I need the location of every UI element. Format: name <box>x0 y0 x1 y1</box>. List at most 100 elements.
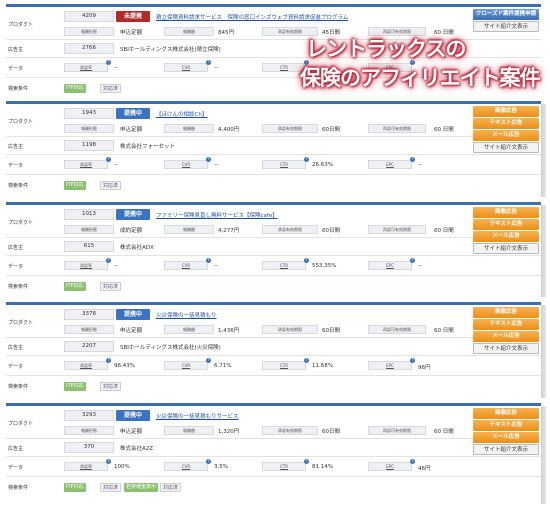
status-badge: 提携中 <box>116 309 150 320</box>
ctr-label[interactable]: CTR <box>262 261 306 270</box>
help-icon[interactable]: ? <box>206 157 211 162</box>
help-icon[interactable]: ? <box>206 60 211 65</box>
reissue-period-value: 60 日間 <box>434 228 454 234</box>
reward-type-label: 報酬形態 <box>64 426 114 435</box>
mail-ad-button[interactable]: メール広告 <box>473 130 539 141</box>
reward-type-value: 申込定額 <box>120 429 143 435</box>
reissue-period-value: 60 日間 <box>434 328 454 334</box>
help-icon[interactable]: ? <box>206 459 211 464</box>
ctr-label[interactable]: CTR <box>262 462 306 471</box>
status-badge: 未提携 <box>116 11 150 22</box>
cvr-value: -- <box>214 65 218 71</box>
card-shadow <box>541 104 546 197</box>
condition-tag: ITP対応 <box>64 181 86 190</box>
page: プロダクト 4209 未提携 積立保険資料請求サービス 保険の窓口インズウェブ資料請求… <box>0 0 550 507</box>
help-icon[interactable]: ? <box>106 358 111 363</box>
card-top-bar <box>6 101 541 104</box>
help-icon[interactable]: ? <box>410 258 415 263</box>
card-top-bar <box>6 4 541 7</box>
site-intro-button[interactable]: サイト紹介文表示 <box>473 444 539 455</box>
approval-rate-value: -- <box>114 162 118 168</box>
help-icon[interactable]: ? <box>106 459 111 464</box>
ctr-value: 553.35% <box>312 263 337 269</box>
product-title-link[interactable]: 火災保険の一括見積もりサービス <box>156 412 239 420</box>
cvr-label[interactable]: CVR <box>164 462 208 471</box>
image-ad-button[interactable]: 画像広告 <box>473 307 539 318</box>
approval-period-label: 承認有効期限 <box>262 225 318 234</box>
help-icon[interactable]: ? <box>106 60 111 65</box>
epc-label[interactable]: EPC <box>368 261 412 270</box>
ctr-label[interactable]: CTR <box>262 160 306 169</box>
ctr-label[interactable]: CTR <box>262 361 306 370</box>
product-title-link[interactable]: ファミリー保険見直し無料サービス【保険cafe】 <box>156 211 278 219</box>
site-intro-button[interactable]: サイト紹介文表示 <box>473 343 539 354</box>
cvr-label[interactable]: CVR <box>164 361 208 370</box>
text-ad-button[interactable]: テキスト広告 <box>473 420 539 431</box>
data-label: データ <box>8 66 24 72</box>
epc-label[interactable]: EPC <box>368 160 412 169</box>
mail-ad-button[interactable]: メール広告 <box>473 331 539 342</box>
data-label: データ <box>8 163 24 169</box>
headline-overlay: レントラックスの 保険のアフィリエイト案件 <box>296 30 546 90</box>
help-icon[interactable]: ? <box>410 157 415 162</box>
cvr-label[interactable]: CVR <box>164 63 208 72</box>
condition-tag: 対応済 <box>100 282 122 291</box>
image-ad-button[interactable]: 画像広告 <box>473 106 539 117</box>
product-title-link[interactable]: 【ほけんの相談Ch】 <box>156 110 207 118</box>
help-icon[interactable]: ? <box>304 459 309 464</box>
approval-rate-label[interactable]: 承認率 <box>64 462 108 471</box>
campaign-card: プロダクト 1013 提携中 ファミリー保険見直し無料サービス【保険cafe】 報酬形態… <box>6 202 546 297</box>
condition-tag: ITP対応 <box>64 282 86 291</box>
reward-type-value: 申込定額 <box>120 328 143 334</box>
epc-label[interactable]: EPC <box>368 361 412 370</box>
mail-ad-button[interactable]: メール広告 <box>473 231 539 242</box>
help-icon[interactable]: ? <box>106 258 111 263</box>
data-row: データ 承認率? 96.43% CVR? 6.71% CTR? 11.68% EPC? 96円 <box>6 356 541 376</box>
reward-type-label: 報酬形態 <box>64 225 114 234</box>
cvr-label[interactable]: CVR <box>164 160 208 169</box>
condition-tag: ITP対応 <box>64 382 86 391</box>
help-icon[interactable]: ? <box>410 358 415 363</box>
data-label: データ <box>8 465 24 471</box>
site-intro-button[interactable]: サイト紹介文表示 <box>473 243 539 254</box>
epc-label[interactable]: EPC <box>368 462 412 471</box>
text-ad-button[interactable]: テキスト広告 <box>473 219 539 230</box>
product-title-link[interactable]: 火災保険の一括見積もり <box>156 311 217 319</box>
mail-ad-button[interactable]: メール広告 <box>473 432 539 443</box>
help-icon[interactable]: ? <box>410 459 415 464</box>
card-top-bar <box>6 202 541 205</box>
approval-rate-label[interactable]: 承認率 <box>64 160 108 169</box>
help-icon[interactable]: ? <box>106 157 111 162</box>
cvr-value: 6.71% <box>214 363 232 369</box>
help-icon[interactable]: ? <box>304 358 309 363</box>
reward-amount-label: 報酬額 <box>164 27 214 36</box>
approval-rate-label[interactable]: 承認率 <box>64 63 108 72</box>
approval-period-value: 60日間 <box>322 127 340 133</box>
cvr-label[interactable]: CVR <box>164 261 208 270</box>
image-ad-button[interactable]: 画像広告 <box>473 408 539 419</box>
data-row: データ 承認率? -- CVR? -- CTR? 553.35% EPC? -- <box>6 256 541 276</box>
text-ad-button[interactable]: テキスト広告 <box>473 319 539 330</box>
advertiser-name: 株式会社A2Z <box>120 446 154 452</box>
site-intro-button[interactable]: サイト紹介文表示 <box>473 142 539 153</box>
advertiser-name: SBIホールディングス株式会社(積立保険) <box>120 47 221 53</box>
help-icon[interactable]: ? <box>304 258 309 263</box>
product-title-link[interactable]: 積立保険資料請求サービス 保険の窓口インズウェブ資料請求促進プログラム <box>156 13 348 21</box>
headline-line-1: レントラックスの <box>306 37 466 61</box>
card-shadow <box>541 305 546 398</box>
card-top-bar <box>6 302 541 305</box>
image-ad-button[interactable]: 画像広告 <box>473 207 539 218</box>
reward-amount-value: 845円 <box>218 30 234 36</box>
condition-tag: 対応済 <box>100 84 122 93</box>
help-icon[interactable]: ? <box>206 258 211 263</box>
status-badge: 提携中 <box>116 209 150 220</box>
help-icon[interactable]: ? <box>304 157 309 162</box>
text-ad-button[interactable]: テキスト広告 <box>473 118 539 129</box>
approval-rate-label[interactable]: 承認率 <box>64 261 108 270</box>
cvr-value: 3.5% <box>214 464 228 470</box>
reward-type-value: 申込定額 <box>120 127 143 133</box>
closed-apply-button[interactable]: クローズド案件提携申請 <box>473 9 539 20</box>
approval-rate-label[interactable]: 承認率 <box>64 361 108 370</box>
help-icon[interactable]: ? <box>206 358 211 363</box>
approval-rate-value: -- <box>114 65 118 71</box>
